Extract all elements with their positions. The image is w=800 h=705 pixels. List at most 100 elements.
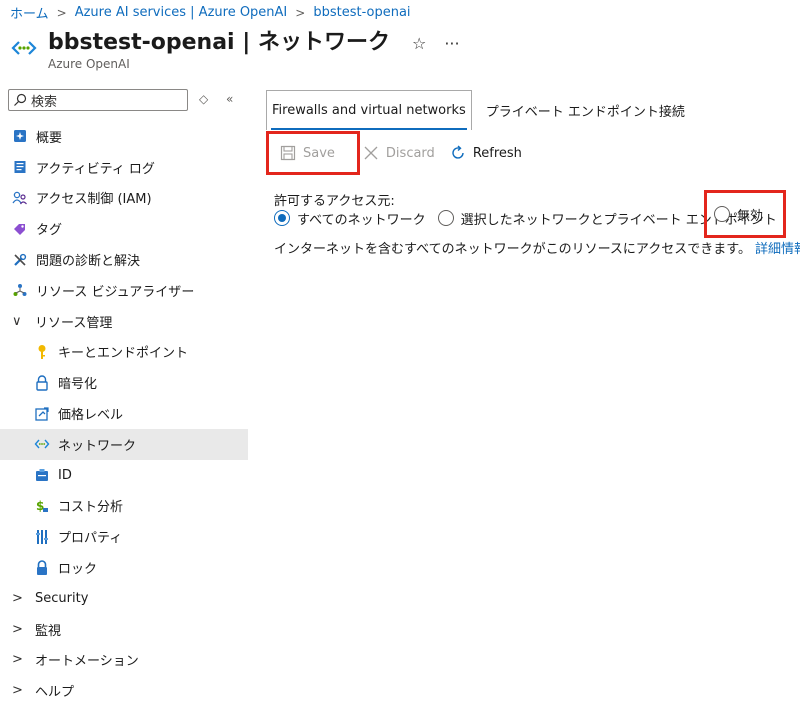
sidebar-item-label: リソース ビジュアライザー [36, 284, 195, 300]
refresh-icon [449, 144, 467, 162]
search-icon [14, 93, 27, 106]
sidebar-group-label: リソース管理 [35, 315, 113, 331]
save-button-label: Save [303, 145, 335, 161]
save-button[interactable]: Save [279, 144, 335, 162]
resource-type-subtitle: Azure OpenAI [48, 57, 130, 71]
collapse-menu-icon[interactable]: « [226, 92, 233, 106]
access-info-text: インターネットを含むすべてのネットワークがこのリソースにアクセスできます。 詳細情… [274, 238, 800, 257]
refresh-button[interactable]: Refresh [449, 144, 522, 162]
radio-all-networks[interactable]: すべてのネットワーク [274, 209, 426, 228]
radio-label: 無効 [737, 208, 764, 224]
sidebar-item-keys-endpoint[interactable]: キーとエンドポイント [0, 337, 248, 368]
sidebar-group-label: Security [35, 590, 89, 606]
sidebar-item-iam[interactable]: アクセス制御 (IAM) [0, 183, 248, 214]
sidebar-group-label: ヘルプ [35, 685, 75, 701]
sidebar-item-locks[interactable]: ロック [0, 552, 248, 583]
chevron-right-icon: > [12, 652, 23, 668]
sidebar-item-overview[interactable]: 概要 [0, 121, 248, 152]
breadcrumb-home-link[interactable]: ホーム [10, 3, 49, 22]
tag-icon [12, 221, 28, 237]
sidebar-item-label: 問題の診断と解決 [36, 254, 141, 270]
lock-icon [34, 559, 50, 576]
learn-more-link[interactable]: 詳細情報 [755, 242, 800, 257]
chevron-right-icon: > [12, 683, 23, 699]
sidebar-item-label: ネットワーク [58, 438, 137, 454]
network-icon [34, 436, 50, 452]
sidebar-item-label: タグ [36, 223, 63, 239]
menu-search-input[interactable]: 検索 [8, 89, 188, 111]
chevron-right-icon: > [295, 5, 306, 20]
save-highlight-box: Save [266, 131, 360, 175]
radio-disabled[interactable]: 無効 [714, 205, 763, 224]
key-icon [34, 344, 50, 360]
radio-indicator [437, 210, 454, 226]
sidebar-item-networking[interactable]: ネットワーク [0, 428, 248, 460]
tab-private-endpoint-connections[interactable]: プライベート エンドポイント接続 [480, 90, 691, 130]
sidebar-item-diagnose[interactable]: 問題の診断と解決 [0, 244, 248, 275]
close-icon [362, 144, 380, 162]
cost-icon: $ [34, 498, 50, 514]
discard-button[interactable]: Discard [362, 144, 435, 162]
pricing-icon [34, 406, 50, 422]
sidebar-item-activity-log[interactable]: アクティビティ ログ [0, 152, 248, 183]
overview-icon [12, 128, 28, 144]
sidebar-item-encryption[interactable]: 暗号化 [0, 367, 248, 398]
more-options-icon[interactable]: ··· [444, 34, 459, 53]
sidebar-item-tags[interactable]: タグ [0, 213, 248, 244]
sidebar-item-properties[interactable]: プロパティ [0, 521, 248, 552]
sidebar-item-label: キーとエンドポイント [58, 346, 189, 362]
breadcrumb-service-link[interactable]: Azure AI services | Azure OpenAI [75, 5, 288, 20]
discard-button-label: Discard [385, 145, 435, 161]
network-resource-icon [11, 41, 37, 55]
page-title: bbstest-openai | ネットワーク [48, 30, 390, 55]
breadcrumb-resource-link[interactable]: bbstest-openai [313, 5, 410, 20]
sidebar-item-pricing-tier[interactable]: 価格レベル [0, 398, 248, 429]
sidebar-item-label: プロパティ [58, 531, 123, 547]
chevron-right-icon: > [12, 590, 23, 606]
tab-bar: Firewalls and virtual networks プライベート エン… [266, 90, 691, 130]
chevron-right-icon: > [56, 5, 67, 20]
properties-icon [34, 529, 50, 545]
sidebar-group-automation[interactable]: > オートメーション [0, 645, 248, 676]
sidebar-group-help[interactable]: > ヘルプ [0, 675, 248, 705]
sidebar-item-label: 概要 [36, 130, 63, 146]
breadcrumb: ホーム > Azure AI services | Azure OpenAI >… [10, 3, 411, 22]
tab-firewalls-virtual-networks[interactable]: Firewalls and virtual networks [266, 90, 472, 130]
sidebar-item-identity[interactable]: ID [0, 460, 248, 491]
sort-toggle-icon[interactable]: ◇ [199, 92, 208, 106]
sidebar-item-cost-analysis[interactable]: $ コスト分析 [0, 491, 248, 522]
refresh-button-label: Refresh [472, 145, 522, 161]
activity-log-icon [12, 159, 28, 175]
iam-icon [12, 190, 28, 206]
diagnose-icon [12, 252, 28, 268]
radio-indicator [274, 210, 290, 226]
page-header: bbstest-openai | ネットワーク ☆ ··· Azure Open… [10, 28, 478, 78]
sidebar-item-label: アクティビティ ログ [36, 161, 155, 177]
chevron-down-icon: ∨ [12, 313, 22, 329]
sidebar-item-label: 暗号化 [58, 377, 98, 393]
save-icon [279, 144, 297, 162]
sidebar-item-resource-visualizer[interactable]: リソース ビジュアライザー [0, 275, 248, 306]
radio-label: すべてのネットワーク [297, 212, 426, 228]
sidebar-group-resource-management[interactable]: ∨ リソース管理 [0, 306, 248, 337]
resource-menu: 検索 ◇ « 概要 アクティビティ ログ アクセス制御 (IAM) タグ 問題の… [0, 86, 248, 705]
search-placeholder: 検索 [31, 94, 58, 110]
sidebar-item-label: 価格レベル [58, 408, 124, 424]
favorite-star-icon[interactable]: ☆ [412, 34, 426, 53]
sidebar-item-label: アクセス制御 (IAM) [36, 192, 152, 208]
radio-indicator [714, 206, 730, 222]
command-bar: Save Discard Refresh [266, 128, 800, 178]
sidebar-item-label: コスト分析 [58, 500, 124, 516]
visualizer-icon [12, 282, 28, 298]
chevron-right-icon: > [12, 621, 23, 637]
sidebar-group-monitoring[interactable]: > 監視 [0, 614, 248, 645]
menu-nav: 概要 アクティビティ ログ アクセス制御 (IAM) タグ 問題の診断と解決 リ… [0, 121, 248, 705]
sidebar-group-label: オートメーション [35, 654, 139, 670]
sidebar-group-label: 監視 [35, 623, 62, 639]
identity-icon [34, 467, 50, 483]
disabled-highlight-box: 無効 [704, 190, 786, 238]
sidebar-group-security[interactable]: > Security [0, 583, 248, 614]
sidebar-item-label: ロック [58, 562, 98, 578]
sidebar-item-label: ID [58, 467, 72, 483]
lock-icon [34, 375, 50, 391]
